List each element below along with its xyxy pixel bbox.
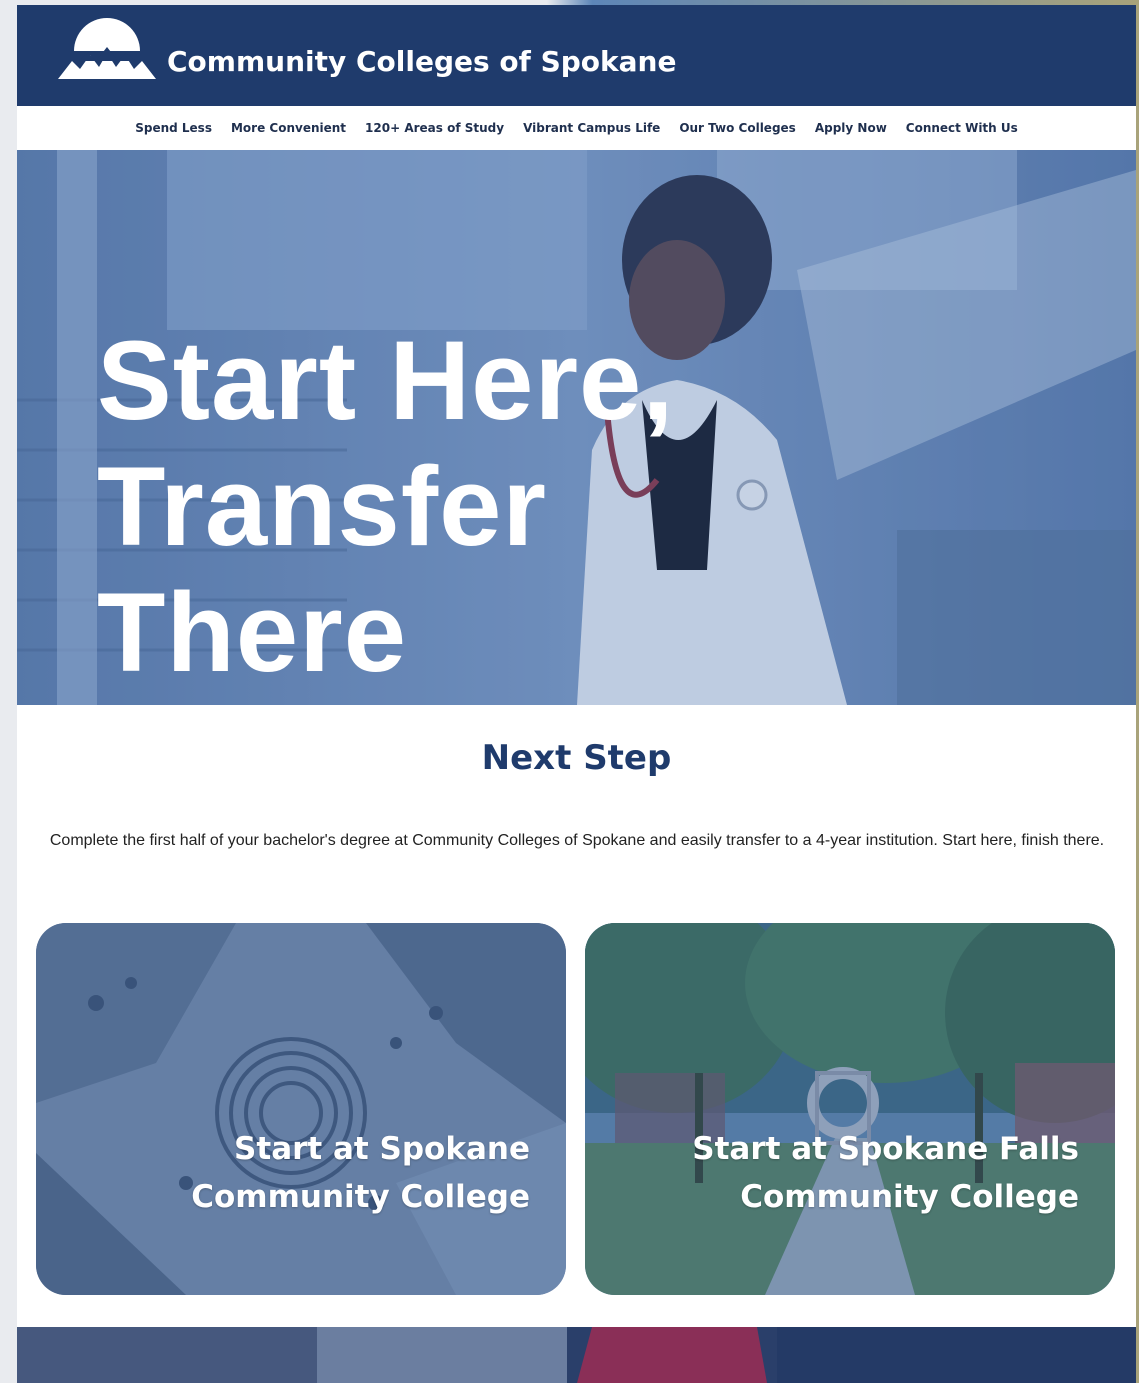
card-label-spokane-falls-cc: Start at Spokane Falls Community College bbox=[692, 1125, 1079, 1221]
nav-item-more-convenient[interactable]: More Convenient bbox=[231, 121, 346, 135]
card-photo-spokane-cc bbox=[36, 923, 566, 1295]
next-step-title: Next Step bbox=[481, 738, 672, 778]
nav-item-connect[interactable]: Connect With Us bbox=[906, 121, 1018, 135]
hero-heading-line-1: Start Here, bbox=[97, 318, 675, 443]
card-spokane-cc[interactable]: Start at Spokane Community College bbox=[36, 923, 566, 1295]
nav-item-apply-now[interactable]: Apply Now bbox=[815, 121, 887, 135]
card-label-spokane-cc: Start at Spokane Community College bbox=[191, 1125, 530, 1221]
card-label-line-2: Community College bbox=[740, 1179, 1079, 1215]
card-label-line-1: Start at Spokane bbox=[234, 1131, 530, 1167]
hero-banner: Start Here, Transfer There bbox=[17, 150, 1136, 705]
card-label-line-1: Start at Spokane Falls bbox=[692, 1131, 1079, 1167]
card-photo-spokane-falls-cc bbox=[585, 923, 1115, 1295]
next-section-photo bbox=[17, 1327, 1136, 1383]
site-header: Community Colleges of Spokane bbox=[17, 5, 1136, 106]
hero-heading: Start Here, Transfer There bbox=[97, 318, 674, 696]
hero-heading-line-2: Transfer bbox=[97, 444, 547, 569]
nav-item-spend-less[interactable]: Spend Less bbox=[135, 121, 212, 135]
next-step-description: Complete the first half of your bachelor… bbox=[49, 832, 1105, 849]
card-spokane-falls-cc[interactable]: Start at Spokane Falls Community College bbox=[585, 923, 1115, 1295]
nav-item-campus-life[interactable]: Vibrant Campus Life bbox=[523, 121, 660, 135]
hero-heading-line-3: There bbox=[97, 570, 407, 695]
main-nav: Spend Less More Convenient 120+ Areas of… bbox=[17, 106, 1136, 150]
nav-item-areas-of-study[interactable]: 120+ Areas of Study bbox=[365, 121, 504, 135]
landing-page: Community Colleges of Spokane Spend Less… bbox=[17, 5, 1136, 1383]
mountain-logo-icon[interactable] bbox=[58, 17, 156, 81]
card-label-line-2: Community College bbox=[191, 1179, 530, 1215]
nav-item-our-colleges[interactable]: Our Two Colleges bbox=[679, 121, 796, 135]
site-brand-name[interactable]: Community Colleges of Spokane bbox=[167, 45, 676, 78]
